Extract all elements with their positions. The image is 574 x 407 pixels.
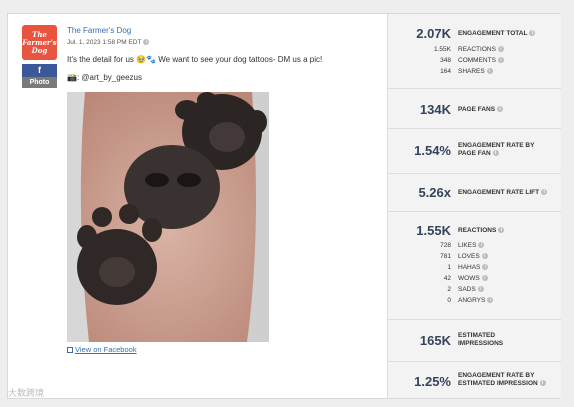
- info-icon[interactable]: i: [492, 150, 499, 157]
- info-icon[interactable]: i: [497, 57, 504, 64]
- reactions-label: REACTIONS i: [458, 46, 504, 53]
- engagement-total-label-text: ENGAGEMENT TOTAL: [458, 30, 528, 37]
- likes-label-text: LIKES: [458, 242, 477, 249]
- shares-label-text: SHARES: [458, 68, 485, 75]
- impressions-value: 165K: [419, 333, 451, 348]
- info-icon[interactable]: i: [529, 30, 536, 37]
- engagement-rate-lift-section: 5.26x ENGAGEMENT RATE LIFT i: [388, 174, 561, 212]
- info-icon[interactable]: i: [481, 275, 488, 282]
- info-icon[interactable]: i: [498, 227, 505, 234]
- post-type-badge: Photo: [22, 77, 57, 88]
- likes-label: LIKES i: [458, 242, 485, 249]
- impressions-label-line1: ESTIMATED: [458, 332, 496, 339]
- info-icon[interactable]: i: [478, 242, 485, 249]
- page-fans-section: 134K PAGE FANS i: [388, 89, 561, 129]
- engagement-rate-lift-label: ENGAGEMENT RATE LIFT i: [458, 189, 548, 197]
- sads-label-text: SADS: [458, 286, 476, 293]
- angrys-label-text: ANGRYS: [458, 297, 486, 304]
- post-photo[interactable]: [67, 92, 269, 342]
- engagement-rate-lift-value: 5.26x: [418, 185, 451, 200]
- likes-count: 728: [440, 242, 451, 249]
- page-fans-label: PAGE FANS i: [458, 106, 504, 114]
- info-icon[interactable]: i: [482, 264, 489, 271]
- engagement-total-value: 2.07K: [416, 26, 451, 41]
- view-on-facebook-text: View on Facebook: [75, 345, 137, 354]
- info-icon[interactable]: i: [497, 106, 504, 113]
- info-icon[interactable]: i: [481, 253, 488, 260]
- reactions-count: 1.55K: [434, 46, 451, 53]
- comments-label-text: COMMENTS: [458, 57, 496, 64]
- watermark: 大数跨境: [8, 388, 45, 398]
- hahas-count: 1: [447, 264, 451, 271]
- engagement-rate-lift-label-text: ENGAGEMENT RATE LIFT: [458, 189, 540, 196]
- comments-label: COMMENTS i: [458, 57, 504, 64]
- post-message: It's the detail for us 🥹🐾 We want to see…: [67, 55, 323, 64]
- loves-count: 781: [440, 253, 451, 260]
- post-card: The Farmer's Dog f Photo The Farmer's Do…: [7, 13, 561, 399]
- angrys-count: 0: [447, 297, 451, 304]
- hahas-label-text: HAHAS: [458, 264, 481, 271]
- impressions-label: ESTIMATED IMPRESSIONS: [458, 332, 503, 348]
- engagement-rate-fan-label-line1: ENGAGEMENT RATE BY: [458, 142, 535, 149]
- post-date-text: Jul. 1, 2023 1:58 PM EDT: [67, 39, 142, 46]
- angrys-label: ANGRYS i: [458, 297, 494, 304]
- reactions-label-text: REACTIONS: [458, 46, 496, 53]
- view-on-facebook-link[interactable]: View on Facebook: [67, 345, 137, 354]
- external-link-icon: [67, 347, 73, 354]
- wows-label: WOWS i: [458, 275, 488, 282]
- page-fans-value: 134K: [419, 102, 451, 117]
- engagement-rate-fan-label-line2: PAGE FAN: [458, 150, 491, 157]
- engagement-rate-impression-value: 1.25%: [414, 374, 451, 389]
- metrics-panel: 2.07K ENGAGEMENT TOTAL i 1.55K REACTIONS i…: [387, 14, 561, 398]
- impressions-section: 165K ESTIMATED IMPRESSIONS: [388, 320, 561, 362]
- engagement-rate-fan-value: 1.54%: [414, 143, 451, 158]
- engagement-rate-impression-section: 1.25% ENGAGEMENT RATE BY ESTIMATED IMPRES…: [388, 362, 561, 400]
- engagement-rate-impression-label-line2: ESTIMATED IMPRESSION: [458, 380, 538, 387]
- post-panel: The Farmer's Dog f Photo The Farmer's Do…: [8, 14, 386, 398]
- loves-label-text: LOVES: [458, 253, 480, 260]
- info-icon[interactable]: i: [497, 46, 504, 53]
- wows-label-text: WOWS: [458, 275, 480, 282]
- reactions-value: 1.55K: [416, 223, 451, 238]
- shares-label: SHARES i: [458, 68, 493, 75]
- info-icon[interactable]: i: [541, 189, 548, 196]
- info-icon[interactable]: i: [477, 286, 484, 293]
- hahas-label: HAHAS i: [458, 264, 489, 271]
- facebook-icon: f: [22, 64, 57, 77]
- engagement-rate-impression-label: ENGAGEMENT RATE BY ESTIMATED IMPRESSION i: [458, 372, 546, 388]
- engagement-total-label: ENGAGEMENT TOTAL i: [458, 30, 536, 38]
- info-icon[interactable]: i: [143, 39, 150, 46]
- sads-count: 2: [447, 286, 451, 293]
- page-fans-label-text: PAGE FANS: [458, 106, 496, 113]
- reactions-section: 1.55K REACTIONS i 728 LIKES i 781 LOVES i 1…: [388, 212, 561, 320]
- reactions-section-label-text: REACTIONS: [458, 227, 497, 234]
- sads-label: SADS i: [458, 286, 484, 293]
- engagement-rate-fan-label: ENGAGEMENT RATE BY PAGE FAN i: [458, 142, 534, 158]
- info-icon[interactable]: i: [539, 380, 546, 387]
- engagement-total-section: 2.07K ENGAGEMENT TOTAL i 1.55K REACTIONS i…: [388, 14, 561, 89]
- info-icon[interactable]: i: [486, 68, 493, 75]
- loves-label: LOVES i: [458, 253, 488, 260]
- brand-logo-text: The Farmer's Dog: [22, 29, 57, 55]
- info-icon[interactable]: i: [487, 297, 494, 304]
- brand-logo[interactable]: The Farmer's Dog: [22, 25, 57, 60]
- page-name-link[interactable]: The Farmer's Dog: [67, 26, 131, 35]
- impressions-label-line2: IMPRESSIONS: [458, 340, 504, 347]
- reactions-section-label: REACTIONS i: [458, 227, 505, 235]
- post-credit: 📸: @art_by_geezus: [67, 73, 143, 82]
- engagement-rate-fan-section: 1.54% ENGAGEMENT RATE BY PAGE FAN i: [388, 129, 561, 174]
- shares-count: 164: [440, 68, 451, 75]
- engagement-rate-impression-label-line1: ENGAGEMENT RATE BY: [458, 372, 535, 379]
- comments-count: 348: [440, 57, 451, 64]
- wows-count: 42: [443, 275, 451, 282]
- tattoo-photo-image: [67, 92, 269, 342]
- post-date: Jul. 1, 2023 1:58 PM EDT i: [67, 39, 150, 46]
